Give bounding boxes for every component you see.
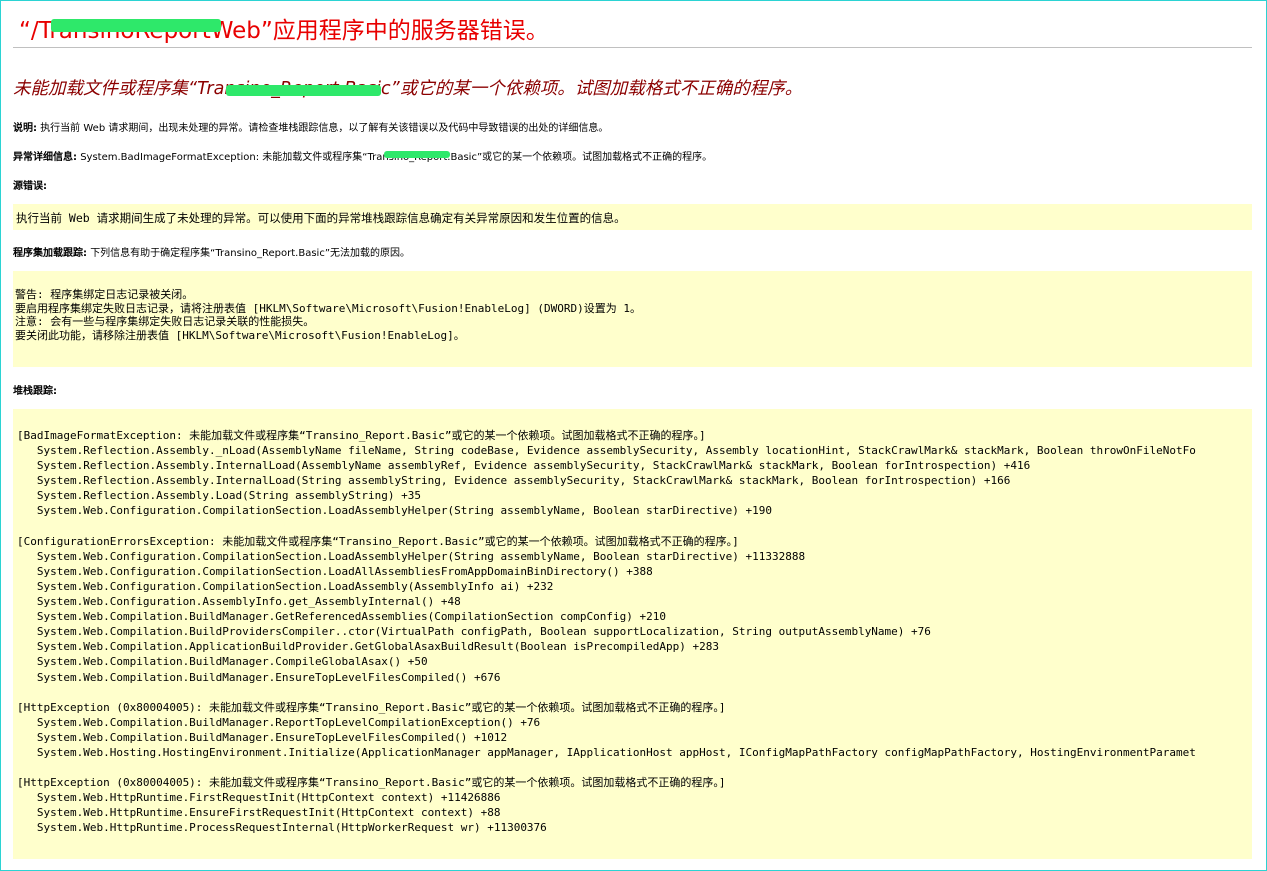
redaction-mark-exception — [384, 151, 450, 158]
assembly-load-trace-label: 程序集加载跟踪: — [13, 248, 87, 259]
stack-trace-box[interactable]: [BadImageFormatException: 未能加载文件或程序集“Tra… — [13, 409, 1252, 859]
fusion-log-text: 警告: 程序集绑定日志记录被关闭。 要启用程序集绑定失败日志记录，请将注册表值 … — [15, 288, 641, 342]
source-error-box: 执行当前 Web 请求期间生成了未处理的异常。可以使用下面的异常堆栈跟踪信息确定… — [13, 204, 1252, 230]
page-frame: “/TransinoReportWeb”应用程序中的服务器错误。 未能加载文件或… — [0, 0, 1267, 871]
description-text: 执行当前 Web 请求期间，出现未处理的异常。请检查堆栈跟踪信息，以了解有关该错… — [40, 123, 609, 134]
exception-details-label: 异常详细信息: — [13, 152, 77, 163]
stack-trace-text: [BadImageFormatException: 未能加载文件或程序集“Tra… — [17, 429, 1196, 835]
description-line: 说明: 执行当前 Web 请求期间，出现未处理的异常。请检查堆栈跟踪信息，以了解… — [13, 119, 608, 134]
redaction-mark-title — [51, 19, 221, 32]
fusion-log-box: 警告: 程序集绑定日志记录被关闭。 要启用程序集绑定失败日志记录，请将注册表值 … — [13, 271, 1252, 367]
stack-trace-heading: 堆栈跟踪: — [13, 382, 57, 397]
source-error-label: 源错误: — [13, 181, 47, 192]
source-error-heading: 源错误: — [13, 177, 47, 192]
redaction-mark-subtitle — [226, 85, 381, 96]
stack-trace-label: 堆栈跟踪: — [13, 386, 57, 397]
exception-details-line: 异常详细信息: System.BadImageFormatException: … — [13, 148, 712, 163]
source-error-text: 执行当前 Web 请求期间生成了未处理的异常。可以使用下面的异常堆栈跟踪信息确定… — [16, 211, 626, 225]
error-subtitle: 未能加载文件或程序集“Transino_Report.Basic”或它的某一个依… — [13, 79, 803, 99]
assembly-load-trace-text: 下列信息有助于确定程序集“Transino_Report.Basic”无法加载的… — [90, 248, 411, 259]
assembly-load-trace-line: 程序集加载跟踪: 下列信息有助于确定程序集“Transino_Report.Ba… — [13, 244, 410, 259]
divider — [13, 47, 1252, 48]
description-label: 说明: — [13, 123, 37, 134]
